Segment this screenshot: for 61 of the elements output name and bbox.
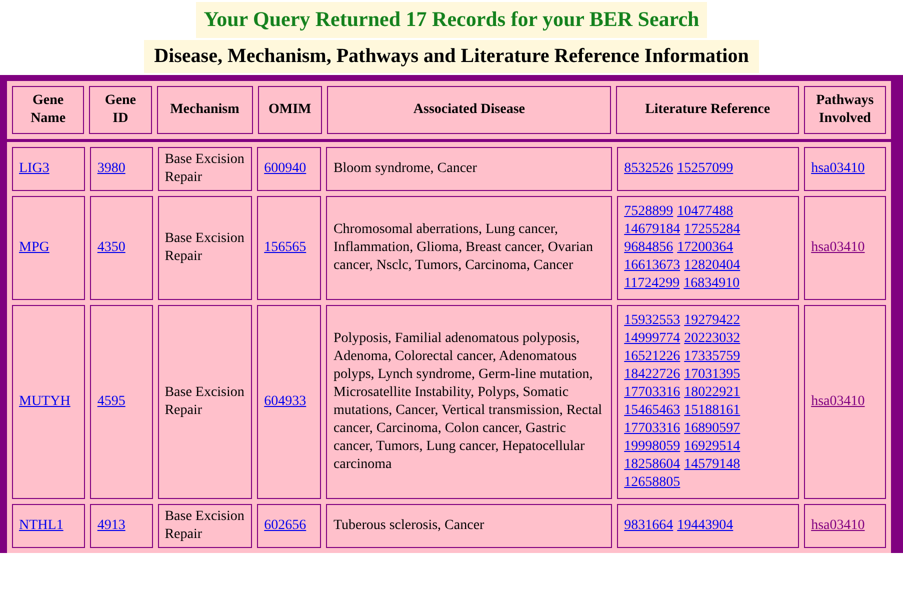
column-header: Gene Name xyxy=(12,86,84,134)
reference-link[interactable]: 11724299 xyxy=(624,275,680,293)
reference-link[interactable]: 17703316 xyxy=(624,420,680,438)
reference-link[interactable]: 18022921 xyxy=(684,384,740,402)
gene-name-link[interactable]: MUTYH xyxy=(19,394,70,409)
reference-link[interactable]: 20223032 xyxy=(684,330,740,348)
reference-link[interactable]: 9831664 xyxy=(624,517,674,535)
gene-name-link[interactable]: LIG3 xyxy=(19,161,50,176)
table-cell: Bloom syndrome, Cancer xyxy=(326,147,612,191)
reference-link[interactable]: 17703316 xyxy=(624,384,680,402)
gene-id-link[interactable]: 4595 xyxy=(97,394,126,409)
column-header: Literature Reference xyxy=(616,86,799,134)
column-header: Gene ID xyxy=(89,86,152,134)
reference-link[interactable]: 17335759 xyxy=(684,348,740,366)
gene-id-link[interactable]: 4350 xyxy=(97,240,126,255)
pathway-link[interactable]: hsa03410 xyxy=(811,240,865,255)
column-header: Mechanism xyxy=(156,86,253,134)
reference-link[interactable]: 16890597 xyxy=(684,420,740,438)
gene-name-link[interactable]: MPG xyxy=(19,240,50,255)
table-cell: Polyposis, Familial adenomatous polyposis, Adenoma, Colorectal cancer, Adenomatous polyps, Lynch syndrome, Germ-line mutation, Microsatellite Instability, Polyps, Somatic mutations, Cancer, Vertical transmission, Rectal cancer, Carcinoma, Colon cancer, Gastric cancer, Tumors, Lung cancer, Hepatocellular carcinoma xyxy=(326,305,612,499)
omim-link[interactable]: 604933 xyxy=(264,394,306,409)
reference-link[interactable]: 7528899 xyxy=(624,203,674,221)
reference-link[interactable]: 17200364 xyxy=(677,239,734,257)
gene-id-link[interactable]: 4913 xyxy=(97,518,126,533)
reference-link[interactable]: 12820404 xyxy=(684,257,740,275)
reference-link[interactable]: 15465463 xyxy=(624,402,680,420)
reference-link[interactable]: 19279422 xyxy=(684,312,740,330)
reference-link[interactable]: 12658805 xyxy=(624,474,680,492)
table-cell: Chromosomal aberrations, Lung cancer, Inflammation, Glioma, Breast cancer, Ovarian cancer, Nsclc, Tumors, Carcinoma, Cancer xyxy=(326,196,612,300)
reference-link[interactable]: 18422726 xyxy=(624,366,680,384)
table-cell: Base Excision Repair xyxy=(158,504,252,548)
table-cell: Base Excision Repair xyxy=(158,147,252,191)
page-title: Your Query Returned 17 Records for your BER Search xyxy=(196,2,708,38)
reference-link[interactable]: 10477488 xyxy=(677,203,734,221)
reference-link[interactable]: 9684856 xyxy=(624,239,674,257)
column-header: Pathways Involved xyxy=(804,86,886,134)
section-heading: Disease, Mechanism, Pathways and Literature Reference Information xyxy=(144,40,759,73)
reference-link[interactable]: 18258604 xyxy=(624,456,680,474)
reference-link[interactable]: 14579148 xyxy=(684,456,740,474)
reference-link[interactable]: 16521226 xyxy=(624,348,680,366)
table-cell: Tuberous sclerosis, Cancer xyxy=(326,504,612,548)
reference-link[interactable]: 19998059 xyxy=(624,438,680,456)
reference-link[interactable]: 16834910 xyxy=(684,275,740,293)
gene-id-link[interactable]: 3980 xyxy=(97,161,126,176)
reference-link[interactable]: 14679184 xyxy=(624,221,680,239)
reference-link[interactable]: 8532526 xyxy=(624,160,674,178)
reference-link[interactable]: 19443904 xyxy=(677,517,734,535)
pathway-link[interactable]: hsa03410 xyxy=(811,394,865,409)
column-header: Associated Disease xyxy=(327,86,612,134)
reference-link[interactable]: 15188161 xyxy=(684,402,740,420)
reference-link[interactable]: 15932553 xyxy=(624,312,680,330)
reference-link[interactable]: 17255284 xyxy=(684,221,740,239)
column-header: OMIM xyxy=(258,86,322,134)
table-cell: Base Excision Repair xyxy=(158,305,252,499)
table-cell: Base Excision Repair xyxy=(158,196,252,300)
omim-link[interactable]: 156565 xyxy=(264,240,306,255)
reference-link[interactable]: 14999774 xyxy=(624,330,680,348)
reference-link[interactable]: 16613673 xyxy=(624,257,680,275)
reference-link[interactable]: 16929514 xyxy=(684,438,740,456)
reference-link[interactable]: 17031395 xyxy=(684,366,740,384)
reference-link[interactable]: 15257099 xyxy=(677,160,734,178)
